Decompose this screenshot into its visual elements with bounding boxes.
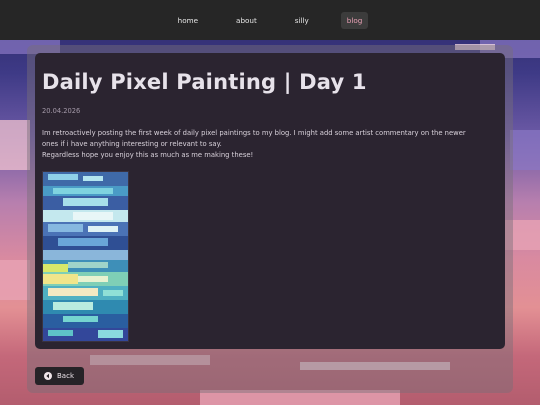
post-date: 20.04.2026: [42, 107, 81, 115]
nav-home[interactable]: home: [172, 12, 204, 29]
nav-silly[interactable]: silly: [289, 12, 315, 29]
nav-about[interactable]: about: [230, 12, 263, 29]
top-nav: home about silly blog: [0, 0, 540, 40]
pixel-painting-image: [42, 171, 129, 342]
post-paragraph: Regardless hope you enjoy this as much a…: [42, 151, 254, 159]
post-body: Im retroactively posting the first week …: [42, 128, 482, 161]
post-title: Daily Pixel Painting | Day 1: [42, 70, 367, 94]
nav-blog[interactable]: blog: [340, 11, 369, 29]
back-label: Back: [57, 372, 74, 380]
left-arrow-circle-icon: [44, 372, 52, 380]
post-paragraph: Im retroactively posting the first week …: [42, 129, 466, 148]
back-button[interactable]: Back: [35, 367, 84, 385]
